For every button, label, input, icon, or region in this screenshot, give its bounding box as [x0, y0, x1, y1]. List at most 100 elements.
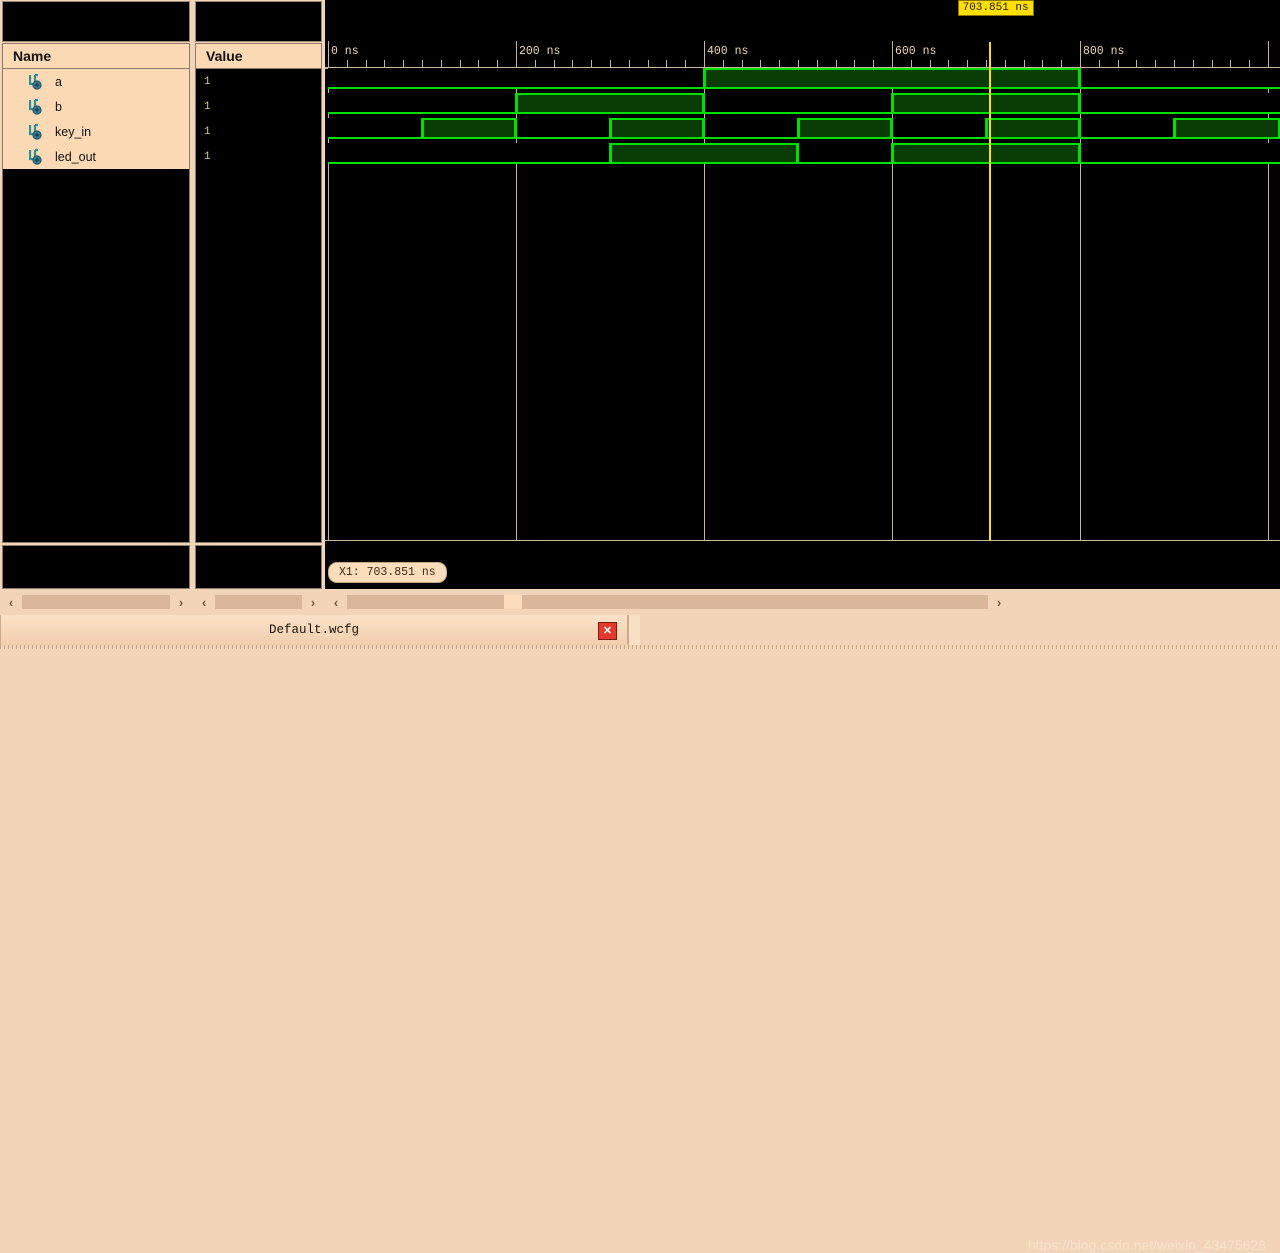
- value-list[interactable]: 1 1 1 1: [195, 69, 322, 543]
- signal-name-row[interactable]: b: [3, 94, 189, 119]
- waveform-low-segment: [328, 93, 516, 114]
- waveform-row: [325, 66, 1280, 91]
- waveform-scroll-thumb[interactable]: [504, 595, 522, 609]
- signal-name-label: a: [55, 74, 62, 89]
- signal-name-row[interactable]: led_out: [3, 144, 189, 169]
- signal-name-row[interactable]: a: [3, 69, 189, 94]
- waveform-bottom-rule: [325, 540, 1280, 541]
- value-panel-bottom-filler: [195, 545, 322, 589]
- signal-value-row: 1: [196, 69, 321, 94]
- scroll-left-icon[interactable]: ‹: [325, 593, 347, 611]
- waveform-low-segment: [1080, 68, 1280, 89]
- waveform-low-segment: [1080, 143, 1280, 164]
- waveform-high-segment: [704, 68, 1080, 89]
- waveform-high-segment: [422, 118, 516, 139]
- signal-wave-icon: [29, 148, 42, 165]
- waveform-edge: [703, 118, 705, 139]
- time-ruler[interactable]: 0 ns 200 ns 400 ns 600 ns 800 ns: [325, 41, 1280, 69]
- waveform-panel[interactable]: 0 ns 200 ns 400 ns 600 ns 800 ns 703.851 ns …: [325, 0, 1280, 589]
- waveform-edge: [1079, 143, 1081, 164]
- waveform-low-segment: [704, 93, 892, 114]
- waveform-high-segment: [1174, 118, 1280, 139]
- waveform-low-segment: [1080, 93, 1280, 114]
- waveform-canvas[interactable]: 0 ns 200 ns 400 ns 600 ns 800 ns 703.851 ns …: [325, 0, 1280, 589]
- cursor-line-x1[interactable]: [988, 42, 991, 541]
- waveform-low-segment: [892, 118, 986, 139]
- waveform-edge: [703, 68, 705, 89]
- waveform-row: [325, 91, 1280, 116]
- waveform-edge: [515, 118, 517, 139]
- scroll-right-icon[interactable]: ›: [302, 593, 324, 611]
- waveform-edge: [797, 118, 799, 139]
- scroll-left-icon[interactable]: ‹: [193, 593, 215, 611]
- waveform-edge: [1079, 68, 1081, 89]
- waveform-row: [325, 116, 1280, 141]
- waveform-hscrollbar[interactable]: ‹ ›: [325, 593, 1280, 611]
- value-panel: Value 1 1 1 1: [193, 0, 324, 589]
- time-axis-label: 800 ns: [1083, 45, 1125, 58]
- name-panel-hscrollbar[interactable]: ‹ ›: [0, 593, 192, 611]
- close-icon[interactable]: ✕: [598, 622, 617, 640]
- name-column-header[interactable]: Name: [2, 43, 190, 69]
- signal-value-label: 1: [204, 75, 211, 88]
- waveform-high-segment: [610, 143, 798, 164]
- waveform-high-segment: [798, 118, 892, 139]
- name-panel-bottom-filler: [2, 545, 190, 589]
- waveform-low-segment: [1080, 118, 1174, 139]
- signal-value-row: 1: [196, 94, 321, 119]
- time-axis-label: 200 ns: [519, 45, 561, 58]
- signal-value-label: 1: [204, 125, 211, 138]
- waveform-edge: [515, 93, 517, 114]
- signal-name-label: key_in: [55, 124, 92, 139]
- name-list[interactable]: a b key_in led_out: [2, 69, 190, 543]
- tab-strip-edge: [628, 615, 640, 645]
- waveform-high-segment: [892, 93, 1080, 114]
- waveform-low-segment: [328, 118, 422, 139]
- signal-name-label: led_out: [55, 149, 97, 164]
- time-axis-label: 0 ns: [331, 45, 359, 58]
- waveform-edge: [797, 143, 799, 164]
- name-panel-top-filler: [2, 1, 190, 42]
- waveform-low-segment: [704, 118, 798, 139]
- value-scroll-track[interactable]: [215, 595, 302, 609]
- cursor-time-label: 703.851 ns: [957, 0, 1034, 16]
- waveform-high-segment: [986, 118, 1080, 139]
- signal-value-row: 1: [196, 144, 321, 169]
- waveform-edge: [703, 93, 705, 114]
- waveform-high-segment: [610, 118, 704, 139]
- signal-value-label: 1: [204, 100, 211, 113]
- waveform-low-segment: [798, 143, 892, 164]
- isim-waveform-window: Name a b key_in led_out Value 1 1 1 1 0 ns 200 …: [0, 0, 1280, 1253]
- value-panel-top-filler: [195, 1, 322, 42]
- waveform-scroll-track[interactable]: [347, 595, 988, 609]
- bottom-tab-bar: Default.wcfg ✕ https://blog.csdn.net/wei…: [0, 615, 1280, 1253]
- waveform-edge: [609, 118, 611, 139]
- x1-marker-readout: X1: 703.851 ns: [328, 562, 447, 583]
- value-panel-hscrollbar[interactable]: ‹ ›: [193, 593, 324, 611]
- tab-default-wcfg[interactable]: Default.wcfg ✕: [0, 615, 628, 645]
- waveform-edge: [891, 143, 893, 164]
- value-column-header[interactable]: Value: [195, 43, 322, 69]
- scroll-right-icon[interactable]: ›: [170, 593, 192, 611]
- waveform-edge: [421, 118, 423, 139]
- time-axis-label: 400 ns: [707, 45, 749, 58]
- waveform-high-segment: [516, 93, 704, 114]
- waveform-edge: [1173, 118, 1175, 139]
- name-panel: Name a b key_in led_out: [0, 0, 192, 589]
- window-bottom-edge: [0, 645, 1280, 649]
- scroll-left-icon[interactable]: ‹: [0, 593, 22, 611]
- waveform-edge: [1079, 93, 1081, 114]
- waveform-low-segment: [328, 68, 704, 89]
- waveform-edge: [891, 93, 893, 114]
- waveform-high-segment: [892, 143, 1080, 164]
- signal-name-row[interactable]: key_in: [3, 119, 189, 144]
- watermark-text: https://blog.csdn.net/weixin_43475628: [1027, 1237, 1266, 1253]
- waveform-low-segment: [328, 143, 610, 164]
- signal-wave-icon: [29, 123, 42, 140]
- waveform-edge: [609, 143, 611, 164]
- waveform-edge: [1079, 118, 1081, 139]
- name-scroll-track[interactable]: [22, 595, 170, 609]
- waveform-row: [325, 141, 1280, 166]
- signal-value-row: 1: [196, 119, 321, 144]
- scroll-right-icon[interactable]: ›: [988, 593, 1010, 611]
